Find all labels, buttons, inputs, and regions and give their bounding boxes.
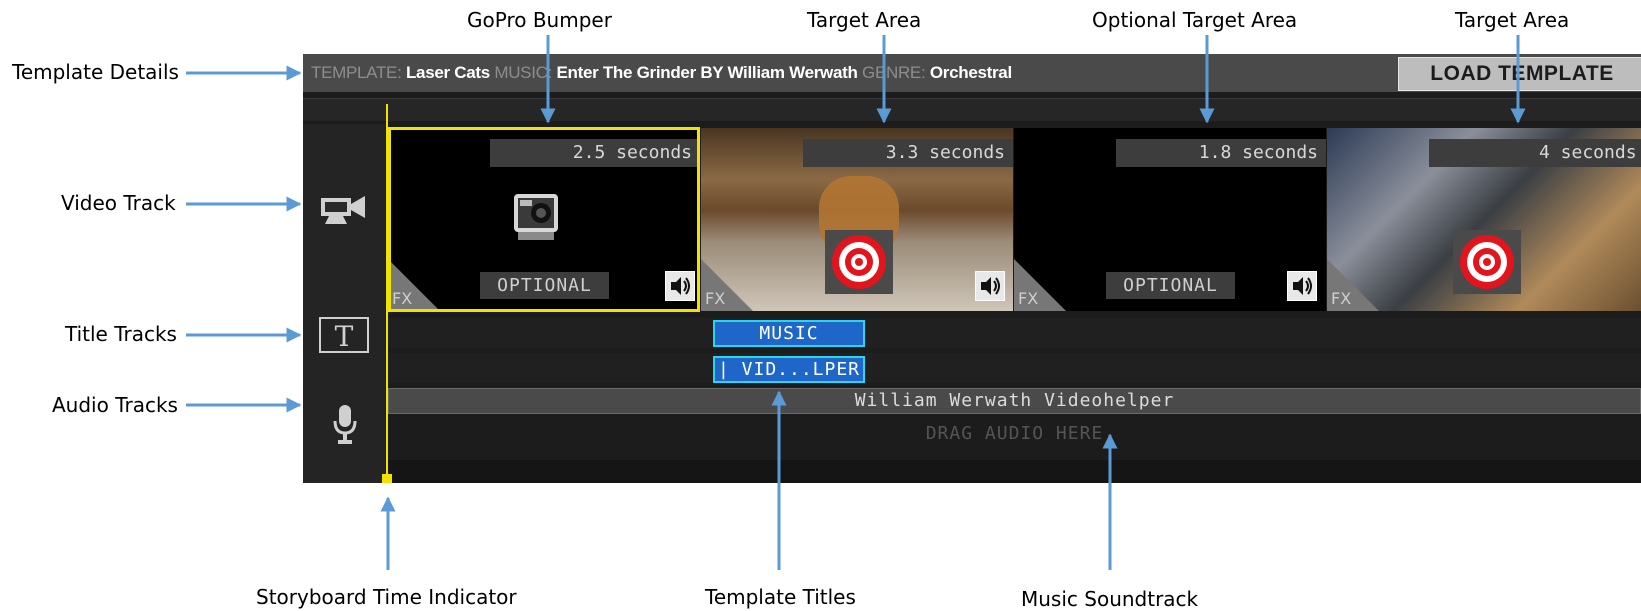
speaker-icon[interactable] [1287, 271, 1317, 301]
music-soundtrack-clip[interactable]: William Werwath Videohelper [388, 388, 1641, 414]
callout-audio-tracks: Audio Tracks [52, 393, 178, 417]
callout-template-details: Template Details [12, 60, 179, 84]
drag-audio-placeholder[interactable]: DRAG AUDIO HERE [388, 421, 1641, 447]
title-track-1[interactable] [388, 318, 1641, 348]
template-label: TEMPLATE: [311, 63, 402, 82]
callout-template-titles: Template Titles [705, 585, 856, 609]
fx-label: FX [1331, 289, 1352, 308]
clip-duration: 3.3 seconds [803, 139, 1013, 167]
title-chip-videohelper[interactable]: | VID...LPER [713, 356, 865, 383]
microphone-icon [332, 405, 358, 450]
load-template-button[interactable]: LOAD TEMPLATE [1398, 57, 1641, 91]
video-clip-optional-target-area[interactable]: 1.8 seconds OPTIONAL FX [1014, 128, 1326, 311]
time-indicator-handle[interactable] [382, 474, 392, 483]
target-icon[interactable] [1453, 230, 1521, 294]
callout-optional-target-area: Optional Target Area [1092, 8, 1298, 32]
template-name: Laser Cats [405, 63, 490, 82]
template-details-bar: TEMPLATE: Laser Cats MUSIC: Enter The Gr… [303, 54, 1641, 92]
video-camera-icon [321, 192, 367, 231]
music-name: Enter The Grinder BY William Werwath [556, 63, 858, 82]
callout-music-soundtrack: Music Soundtrack [1021, 587, 1199, 611]
speaker-icon[interactable] [975, 271, 1005, 301]
clip-duration: 4 seconds [1429, 139, 1641, 167]
clip-duration: 1.8 seconds [1116, 139, 1326, 167]
title-chip-music[interactable]: MUSIC [713, 320, 865, 347]
video-clip-target-area[interactable]: 3.3 seconds FX [701, 128, 1013, 311]
storyboard-time-indicator[interactable] [386, 104, 388, 481]
video-clip-target-area[interactable]: 4 seconds FX [1327, 128, 1641, 311]
storyboard-ruler [303, 98, 1641, 121]
storyboard-editor: TEMPLATE: Laser Cats MUSIC: Enter The Gr… [303, 54, 1641, 483]
selected-clip-outline [388, 127, 700, 312]
callout-storyboard-time-indicator: Storyboard Time Indicator [256, 585, 517, 609]
fx-label: FX [705, 289, 726, 308]
callout-target-area: Target Area [807, 8, 922, 32]
music-label: MUSIC: [494, 63, 553, 82]
timeline-bottom-strip [388, 460, 1641, 483]
callout-target-area: Target Area [1455, 8, 1570, 32]
fx-label: FX [1018, 289, 1039, 308]
optional-label: OPTIONAL [1106, 272, 1235, 299]
callout-video-track: Video Track [61, 191, 176, 215]
title-track-2[interactable] [388, 353, 1641, 383]
genre-name: Orchestral [929, 63, 1012, 82]
title-t-icon: T [319, 317, 369, 358]
track-icons-column: T [303, 124, 385, 483]
genre-label: GENRE: [862, 63, 926, 82]
target-icon[interactable] [825, 230, 893, 294]
callout-gopro-bumper: GoPro Bumper [467, 8, 612, 32]
svg-text:T: T [335, 320, 354, 353]
template-details: TEMPLATE: Laser Cats MUSIC: Enter The Gr… [311, 63, 1012, 83]
callout-title-tracks: Title Tracks [65, 322, 177, 346]
